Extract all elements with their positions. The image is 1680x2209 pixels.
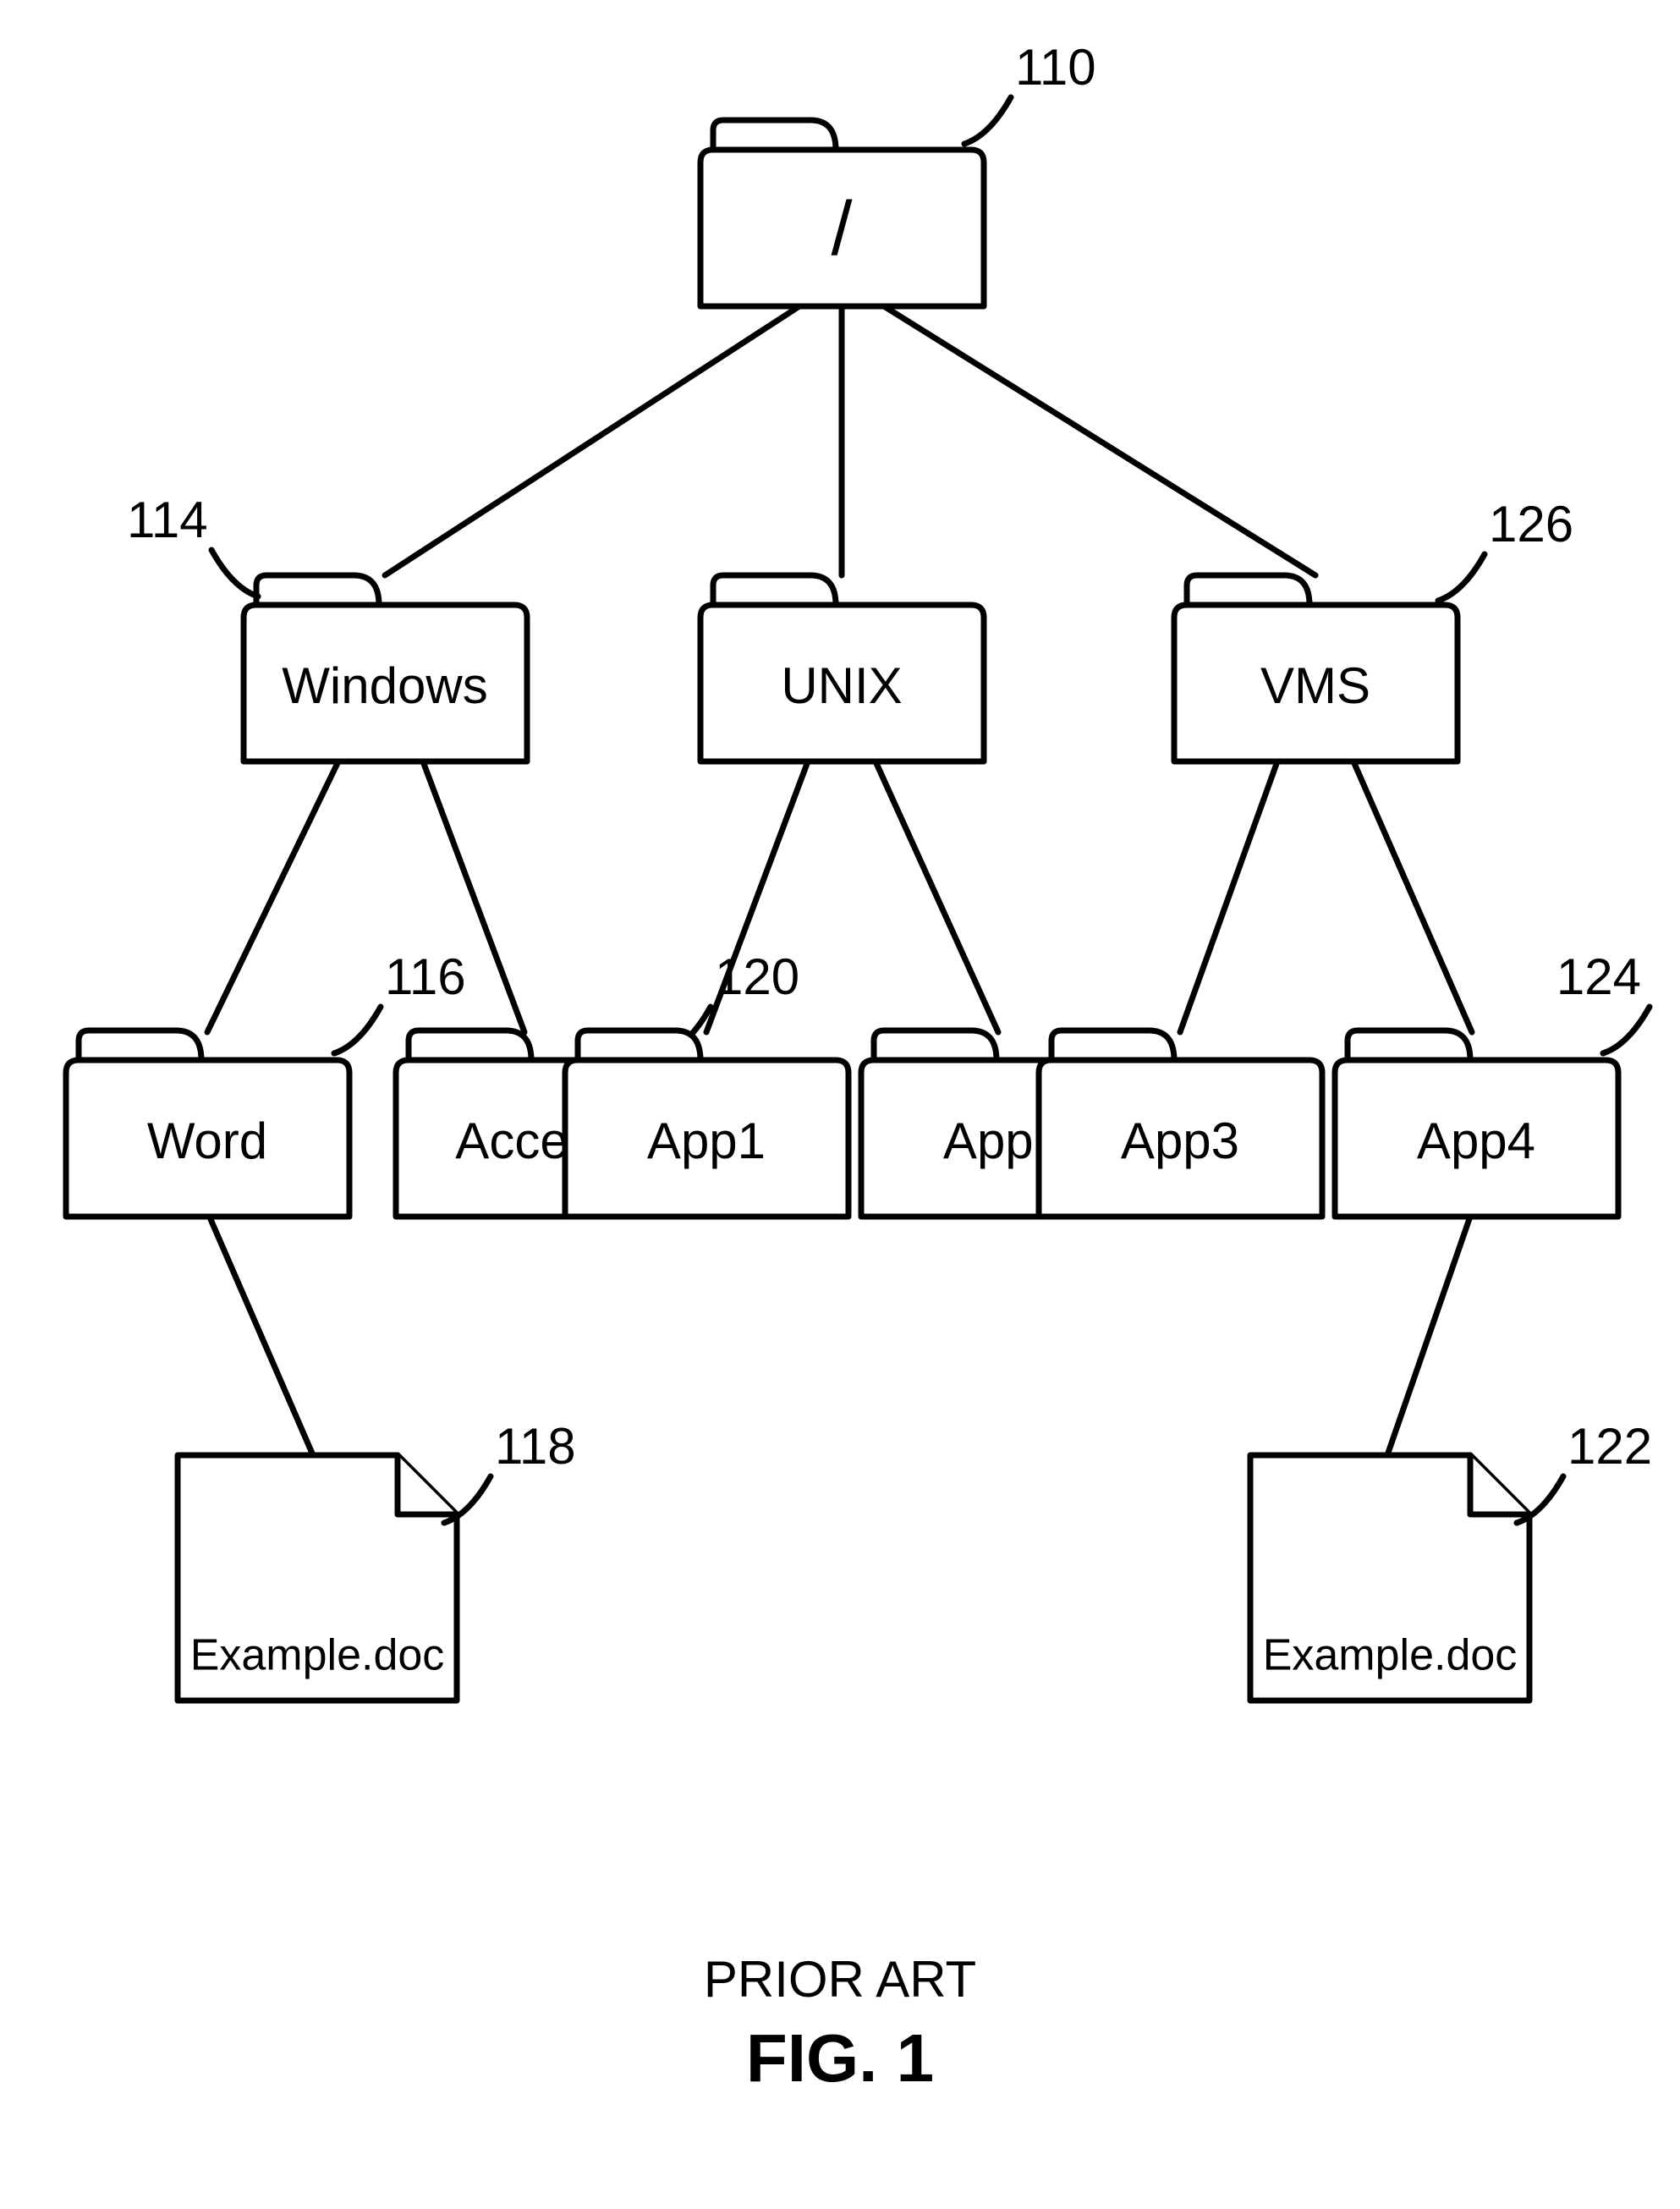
svg-text:114: 114 — [127, 492, 208, 548]
folder-app1-label: App1 — [647, 1113, 766, 1169]
folder-app3-label: App3 — [1121, 1113, 1239, 1169]
connectors — [207, 306, 1472, 1455]
svg-text:118: 118 — [495, 1418, 576, 1475]
figure-svg: / 110 Windows 114 UNIX VMS 126 Word 116 … — [0, 0, 1680, 2209]
svg-text:120: 120 — [715, 948, 799, 1005]
file-example-right: Example.doc — [1250, 1455, 1529, 1701]
folder-app1: App1 — [565, 1030, 848, 1217]
file-example-right-label: Example.doc — [1263, 1631, 1518, 1680]
ref-118: 118 — [444, 1418, 576, 1523]
folder-vms: VMS — [1174, 575, 1458, 761]
ref-126: 126 — [1438, 496, 1573, 601]
ref-110: 110 — [964, 39, 1096, 144]
folder-windows: Windows — [244, 575, 527, 761]
caption-fig: FIG. 1 — [746, 2020, 934, 2096]
folder-app4: App4 — [1335, 1030, 1618, 1217]
svg-text:122: 122 — [1567, 1418, 1652, 1475]
file-example-left-label: Example.doc — [190, 1631, 445, 1680]
file-example-left: Example.doc — [178, 1455, 457, 1701]
folder-app3: App3 — [1039, 1030, 1322, 1217]
folder-word-label: Word — [147, 1113, 267, 1169]
svg-text:126: 126 — [1489, 496, 1573, 552]
folder-root-label: / — [831, 187, 852, 272]
folder-unix: UNIX — [700, 575, 984, 761]
folder-root: / — [700, 120, 984, 306]
folder-app4-label: App4 — [1417, 1113, 1535, 1169]
folder-windows-label: Windows — [282, 657, 487, 714]
svg-text:124: 124 — [1556, 948, 1641, 1005]
folder-vms-label: VMS — [1260, 657, 1370, 714]
ref-114: 114 — [127, 492, 258, 596]
ref-124: 124 — [1556, 948, 1650, 1053]
svg-text:110: 110 — [1015, 39, 1096, 96]
caption-prior-art: PRIOR ART — [704, 1951, 976, 2008]
folder-unix-label: UNIX — [781, 657, 902, 714]
ref-122: 122 — [1517, 1418, 1652, 1523]
folder-word: Word — [66, 1030, 349, 1217]
svg-text:116: 116 — [385, 948, 466, 1005]
